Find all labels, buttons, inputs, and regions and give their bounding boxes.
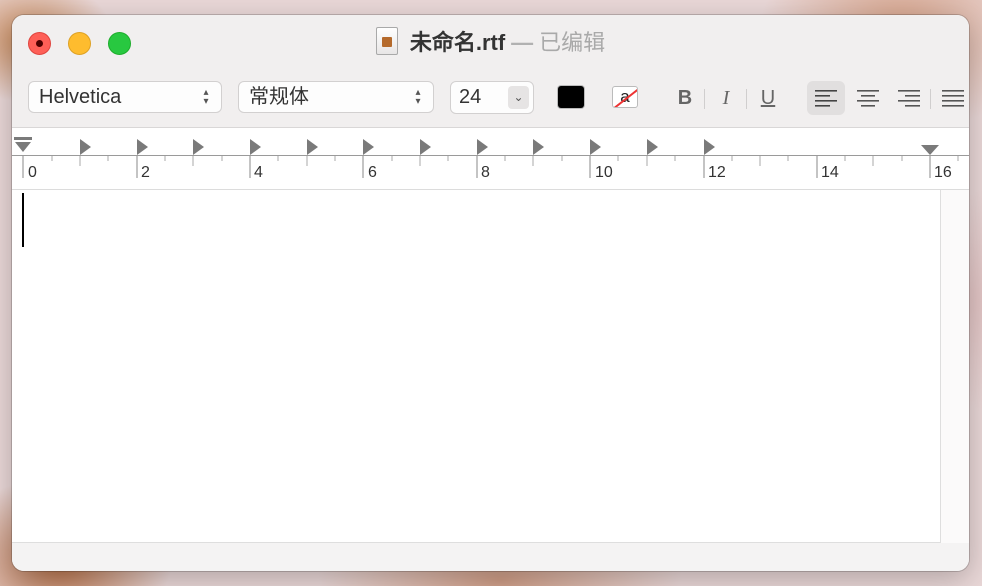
right-margin-marker-icon[interactable]: [921, 145, 939, 155]
ruler-label: 16: [934, 164, 952, 181]
font-family-popup[interactable]: Helvetica ▴ ▾: [28, 81, 222, 113]
indent-marker-icon[interactable]: [14, 137, 32, 152]
title-bar: 未命名.rtf — 已编辑 Helvetica ▴ ▾ 常规体 ▴ ▾ 24 ⌄ a B…: [12, 15, 969, 128]
underline-button[interactable]: U: [753, 85, 783, 111]
document-name[interactable]: 未命名.rtf: [410, 30, 505, 55]
document-text-area[interactable]: [12, 190, 941, 543]
rtf-document-icon[interactable]: [375, 27, 398, 55]
divider: [746, 89, 747, 109]
justify-icon: [942, 90, 964, 107]
align-right-button[interactable]: [890, 81, 928, 115]
ruler[interactable]: 0 2 4 6 8 10 12 14 16: [12, 128, 969, 190]
highlight-glyph: a: [620, 87, 630, 106]
chevron-updown-icon: ▴ ▾: [203, 87, 209, 107]
edited-status: 已编辑: [539, 30, 606, 55]
align-center-icon: [857, 90, 879, 107]
text-caret: [22, 193, 24, 247]
font-size-combo[interactable]: 24 ⌄: [450, 81, 534, 114]
justify-button[interactable]: [934, 81, 968, 115]
window-title: 未命名.rtf — 已编辑: [12, 27, 969, 58]
ruler-label: 8: [481, 164, 490, 181]
divider: [930, 89, 931, 109]
bottom-margin: [12, 543, 969, 571]
chevron-updown-icon: ▴ ▾: [415, 87, 421, 107]
ruler-label: 12: [708, 164, 726, 181]
font-style-value: 常规体: [249, 86, 309, 108]
align-center-button[interactable]: [849, 81, 887, 115]
ruler-label: 14: [821, 164, 839, 181]
font-style-popup[interactable]: 常规体 ▴ ▾: [238, 81, 434, 113]
ruler-label: 6: [368, 164, 377, 181]
italic-button[interactable]: I: [711, 85, 741, 111]
bold-button[interactable]: B: [670, 85, 700, 111]
align-left-icon: [815, 90, 837, 107]
align-right-icon: [898, 90, 920, 107]
ruler-label: 4: [254, 164, 263, 181]
align-left-button[interactable]: [807, 81, 845, 115]
tab-stop-icon[interactable]: [80, 139, 715, 155]
title-separator: —: [511, 30, 534, 55]
ruler-label: 10: [595, 164, 613, 181]
textedit-window: 未命名.rtf — 已编辑 Helvetica ▴ ▾ 常规体 ▴ ▾ 24 ⌄ a B…: [12, 15, 969, 571]
font-family-value: Helvetica: [39, 86, 122, 108]
text-color-well[interactable]: [558, 86, 584, 108]
divider: [704, 89, 705, 109]
highlight-color-well[interactable]: a: [612, 86, 638, 108]
ruler-label: 0: [28, 164, 37, 181]
font-size-value[interactable]: 24: [459, 86, 481, 109]
ruler-label: 2: [141, 164, 150, 181]
chevron-down-icon[interactable]: ⌄: [508, 86, 529, 109]
